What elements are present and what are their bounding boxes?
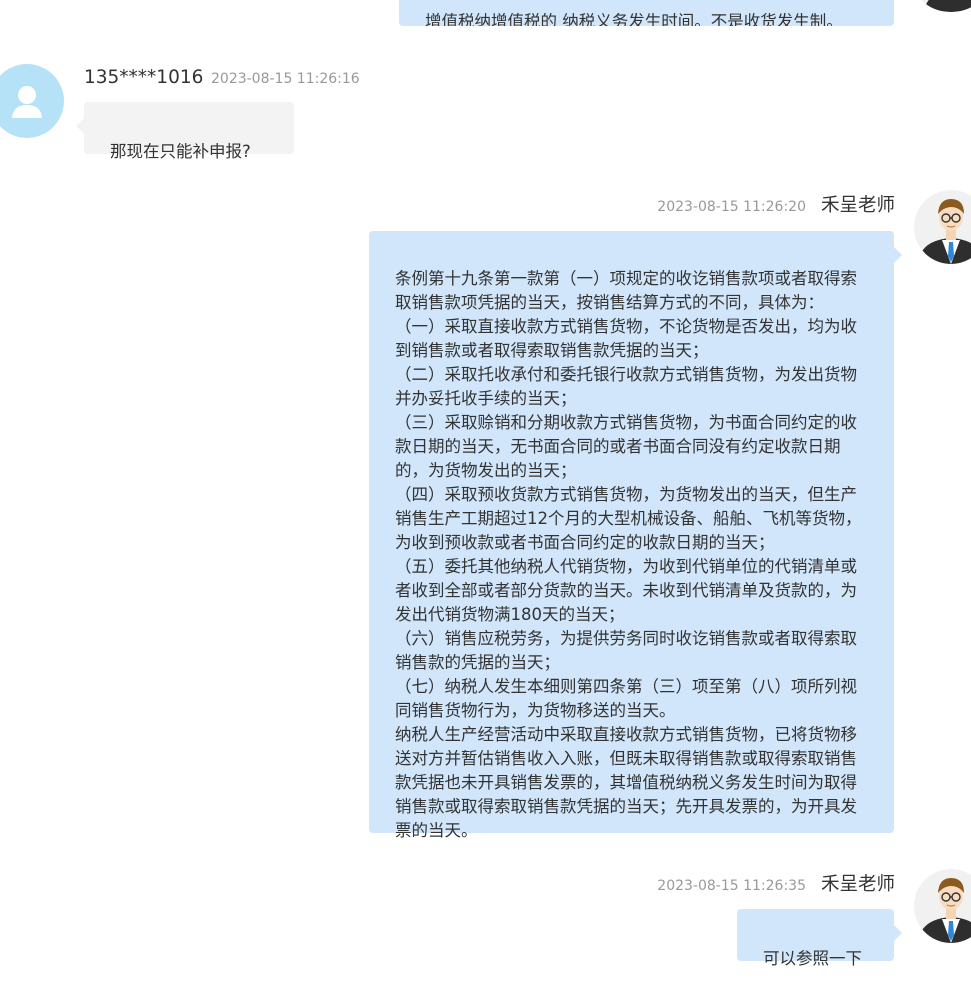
- message-bubble: 条例第十九条第一款第（一）项规定的收讫销售款项或者取得索取销售款项凭据的当天，按…: [369, 231, 902, 840]
- teacher-avatar[interactable]: [914, 0, 971, 12]
- user-avatar[interactable]: [0, 64, 64, 138]
- user-silhouette-icon: [12, 86, 42, 118]
- message-text: 那现在只能补申报?: [110, 142, 251, 161]
- message-text: 条例第十九条第一款第（一）项规定的收讫销售款项或者取得索取销售款项凭据的当天，按…: [395, 269, 862, 840]
- message-bubble: 可以参照一下: [737, 909, 902, 968]
- message-bubble: 那现在只能补申报?: [76, 102, 294, 161]
- message-text: 增值税纳增值税的 纳税义务发生时间。不是收货发生制。: [425, 12, 843, 26]
- teacher-avatar[interactable]: [914, 190, 971, 264]
- sender-name: 禾呈老师: [820, 195, 895, 216]
- teacher-avatar[interactable]: [914, 869, 971, 943]
- teacher-portrait-icon: [924, 0, 971, 12]
- message-timestamp: 2023-08-15 11:26:16: [211, 71, 360, 87]
- message-text: 可以参照一下: [763, 949, 862, 968]
- message-timestamp: 2023-08-15 11:26:35: [657, 878, 806, 894]
- message-timestamp: 2023-08-15 11:26:20: [657, 199, 806, 215]
- sender-name: 135****1016: [84, 67, 204, 88]
- chat-thread: 增值税纳增值税的 纳税义务发生时间。不是收货发生制。 135****1016 2…: [0, 0, 971, 984]
- teacher-portrait-icon: [918, 199, 971, 264]
- sender-name: 禾呈老师: [820, 874, 895, 895]
- message-bubble: 增值税纳增值税的 纳税义务发生时间。不是收货发生制。: [399, 0, 894, 26]
- teacher-portrait-icon: [918, 878, 971, 943]
